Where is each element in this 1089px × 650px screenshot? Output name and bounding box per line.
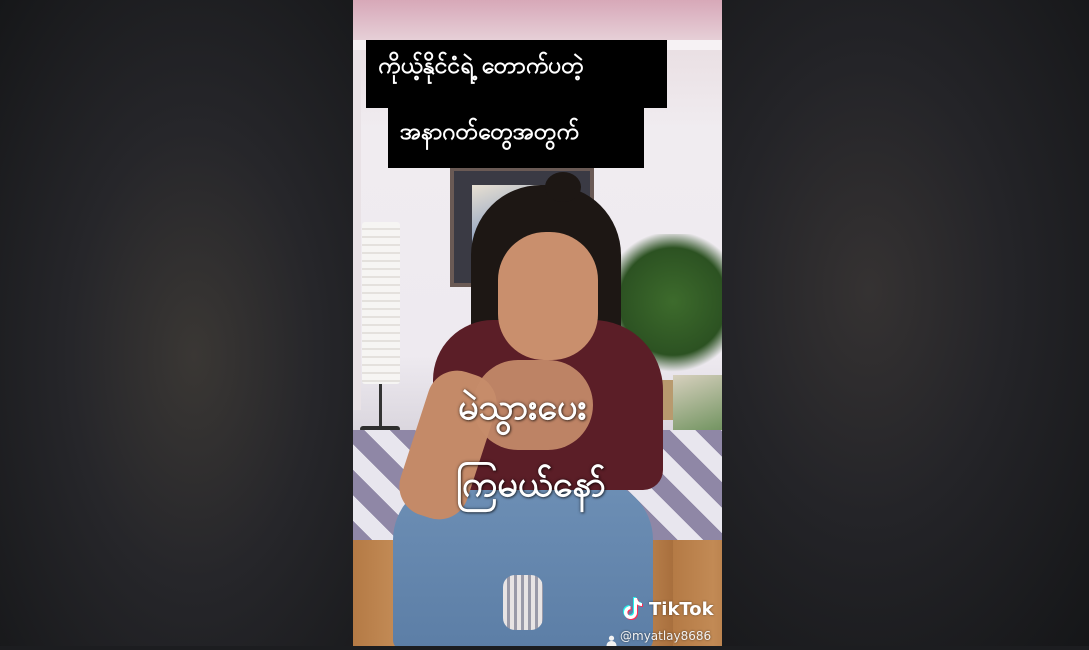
- blurred-backdrop-right: [722, 0, 1089, 646]
- blurred-backdrop-left: [0, 0, 353, 646]
- user-icon: [606, 631, 617, 646]
- ceiling: [353, 0, 722, 40]
- person-sandal: [503, 575, 543, 630]
- caption-line-2: အနာဂတ်တွေအတွက်: [388, 108, 644, 168]
- creator-handle-text: @myatlay8686: [620, 629, 712, 643]
- floor-lamp-pole: [379, 384, 382, 430]
- overlay-text-line-2: ကြမယ်နော်: [456, 464, 606, 505]
- tiktok-note-icon: [621, 596, 645, 622]
- person-face: [498, 232, 598, 360]
- creator-handle: @myatlay8686: [606, 629, 712, 646]
- caption-line-1: ကိုယ့်နိုင်ငံရဲ့ တောက်ပတဲ့: [366, 40, 667, 108]
- tiktok-watermark: TikTok: [621, 596, 714, 622]
- overlay-text-line-1: မဲသွားပေး: [458, 387, 587, 428]
- floor-lamp-shade: [362, 222, 400, 384]
- wall-edge: [353, 50, 361, 410]
- tiktok-brand-label: TikTok: [649, 598, 714, 620]
- person-hair-bun: [545, 172, 581, 202]
